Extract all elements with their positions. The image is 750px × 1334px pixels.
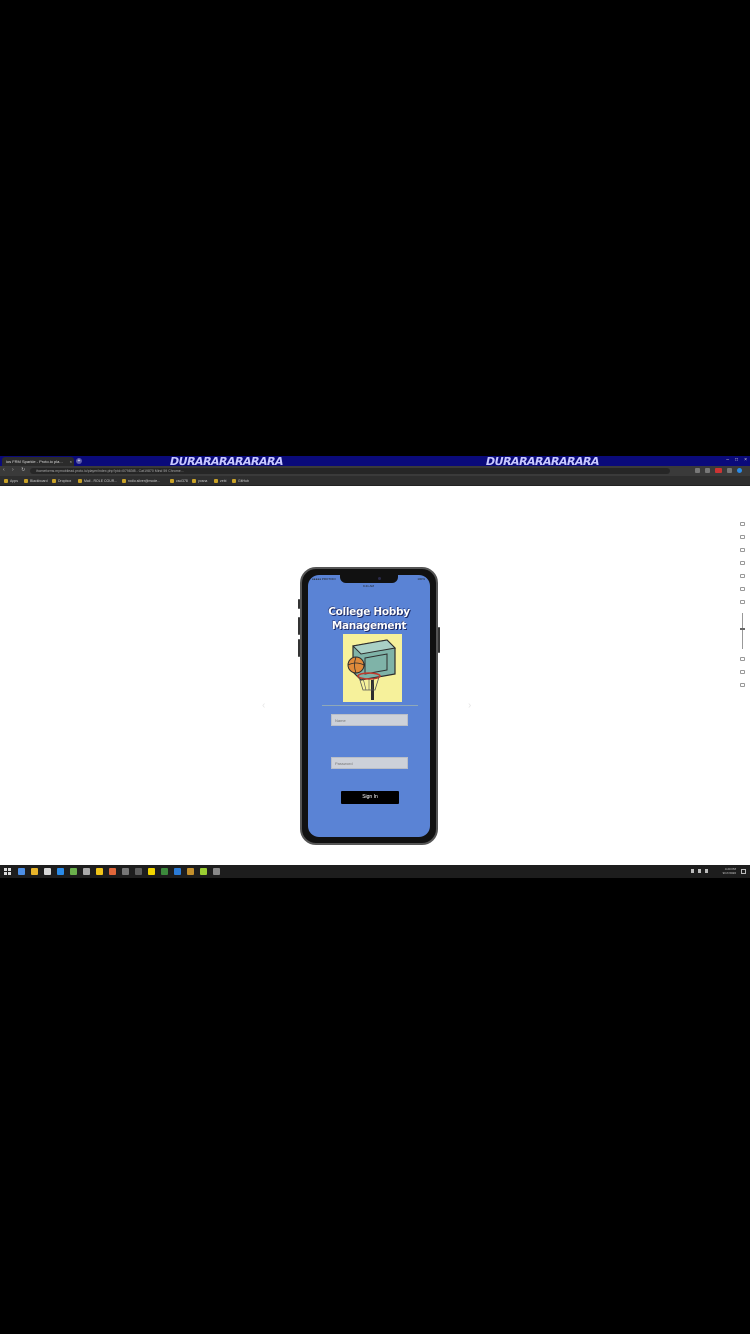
- phone-volume-button: [298, 639, 300, 657]
- password-input[interactable]: [331, 757, 408, 769]
- status-battery: 100%: [417, 577, 425, 581]
- notification-icon[interactable]: [741, 869, 746, 874]
- bookmark-item[interactable]: Apps: [4, 478, 18, 484]
- taskbar-apps: [18, 868, 220, 875]
- bookmark-item[interactable]: GitHub: [232, 478, 249, 484]
- clock-date: 9/17/2020: [722, 871, 736, 875]
- browser-tab[interactable]: ios FRM Sparkle - Proto.io pla... ×: [2, 457, 74, 466]
- notes-icon[interactable]: [739, 574, 745, 578]
- bookmark-item[interactable]: yosna: [192, 478, 207, 484]
- app-title-line2: Management: [331, 620, 407, 632]
- tray-icon[interactable]: [691, 869, 694, 873]
- banner-text: DURARARARARARA: [168, 456, 285, 466]
- profile-avatar-icon[interactable]: [737, 468, 742, 473]
- tab-title: ios FRM Sparkle - Proto.io pla...: [6, 459, 63, 464]
- nav-buttons[interactable]: ‹ › ↻: [3, 467, 28, 473]
- bookmark-item[interactable]: Mail - ROLE COUR...: [78, 478, 117, 484]
- divider: [322, 705, 418, 706]
- browser-tab-bar: ios FRM Sparkle - Proto.io pla... × + DU…: [0, 456, 750, 466]
- next-screen-arrow[interactable]: ›: [468, 700, 471, 711]
- phone-screen: ●●●●● PROTOIO 9:41 AM 100% College Hobby…: [308, 575, 430, 837]
- prototype-canvas: ‹ › ●●●●● PROTOIO 9:41 AM 100% College H…: [0, 486, 750, 865]
- phone-notch: [340, 575, 398, 583]
- camera-icon: [378, 577, 381, 580]
- minimize-button[interactable]: –: [726, 457, 729, 463]
- basketball-hoop-icon: [343, 634, 402, 702]
- bookmarks-bar: Apps Blackboard Dropbox Mail - ROLE COUR…: [0, 476, 750, 486]
- bookmark-item[interactable]: zebi: [214, 478, 226, 484]
- url-bar[interactable]: ihomeforms.mymobilead.proto.io/player/in…: [30, 468, 670, 474]
- taskbar-app-icon[interactable]: [148, 868, 155, 875]
- bookmark-item[interactable]: Blackboard: [24, 478, 48, 484]
- screen: ios FRM Sparkle - Proto.io pla... × + DU…: [0, 0, 750, 1334]
- taskbar-app-icon[interactable]: [57, 868, 64, 875]
- fullscreen-icon[interactable]: [739, 683, 745, 687]
- username-input[interactable]: [331, 714, 408, 726]
- new-tab-button[interactable]: +: [76, 458, 82, 464]
- maximize-button[interactable]: □: [735, 457, 738, 463]
- banner-text-2: DURARARARARARA: [484, 456, 601, 466]
- volume-icon[interactable]: [705, 869, 708, 873]
- zoom-slider-knob[interactable]: [739, 628, 745, 630]
- extension-badge-icon[interactable]: [715, 468, 722, 473]
- window-controls: – □ ×: [726, 457, 747, 463]
- taskbar-app-icon[interactable]: [135, 868, 142, 875]
- zoom-in-icon[interactable]: [739, 600, 745, 604]
- device-icon[interactable]: [739, 561, 745, 565]
- monitor-capture: ios FRM Sparkle - Proto.io pla... × + DU…: [0, 456, 750, 878]
- network-icon[interactable]: [698, 869, 701, 873]
- extension-icon[interactable]: [727, 468, 732, 473]
- extension-icon[interactable]: [705, 468, 710, 473]
- share-icon[interactable]: [739, 548, 745, 552]
- refresh-icon[interactable]: [739, 535, 745, 539]
- browser-address-row: ‹ › ↻ ihomeforms.mymobilead.proto.io/pla…: [0, 466, 750, 476]
- bookmark-item[interactable]: rodlo.silver@mode...: [122, 478, 160, 484]
- taskbar-clock[interactable]: 4:20 PM 9/17/2020: [723, 867, 736, 875]
- tab-close-icon[interactable]: ×: [70, 457, 72, 466]
- sign-in-button[interactable]: Sign In: [341, 791, 399, 804]
- system-tray-icons: [691, 869, 708, 873]
- phone-side-button: [298, 599, 300, 609]
- bookmark-star-icon[interactable]: [695, 468, 700, 473]
- hotspot-icon[interactable]: [739, 587, 745, 591]
- phone-power-button: [438, 627, 440, 653]
- taskbar-app-icon[interactable]: [122, 868, 129, 875]
- taskbar-app-icon[interactable]: [44, 868, 51, 875]
- extension-icons: [695, 468, 742, 473]
- menu-icon[interactable]: [739, 522, 745, 526]
- taskbar-app-icon[interactable]: [31, 868, 38, 875]
- taskbar-app-icon[interactable]: [200, 868, 207, 875]
- windows-taskbar: 4:20 PM 9/17/2020: [0, 865, 750, 878]
- taskbar-app-icon[interactable]: [18, 868, 25, 875]
- taskbar-app-icon[interactable]: [161, 868, 168, 875]
- windows-start-icon[interactable]: [4, 868, 11, 875]
- taskbar-app-icon[interactable]: [213, 868, 220, 875]
- taskbar-app-icon[interactable]: [83, 868, 90, 875]
- bookmark-item[interactable]: Dropbox: [52, 478, 71, 484]
- phone-volume-button: [298, 617, 300, 635]
- app-title-line1: College Hobby: [328, 606, 410, 618]
- close-window-button[interactable]: ×: [744, 457, 747, 463]
- bookmark-item[interactable]: csci378: [170, 478, 188, 484]
- taskbar-app-icon[interactable]: [70, 868, 77, 875]
- taskbar-app-icon[interactable]: [109, 868, 116, 875]
- zoom-slider[interactable]: [739, 613, 745, 649]
- prev-screen-arrow[interactable]: ‹: [262, 700, 265, 711]
- app-title: College Hobby Management: [308, 605, 430, 633]
- zoom-out-icon[interactable]: [739, 657, 745, 661]
- taskbar-app-icon[interactable]: [174, 868, 181, 875]
- phone-frame: ●●●●● PROTOIO 9:41 AM 100% College Hobby…: [298, 567, 440, 845]
- status-time: 9:41 AM: [363, 584, 375, 588]
- player-toolbar: [737, 522, 747, 696]
- taskbar-app-icon[interactable]: [187, 868, 194, 875]
- taskbar-app-icon[interactable]: [96, 868, 103, 875]
- status-carrier: ●●●●● PROTOIO: [312, 577, 336, 581]
- more-icon[interactable]: [739, 670, 745, 674]
